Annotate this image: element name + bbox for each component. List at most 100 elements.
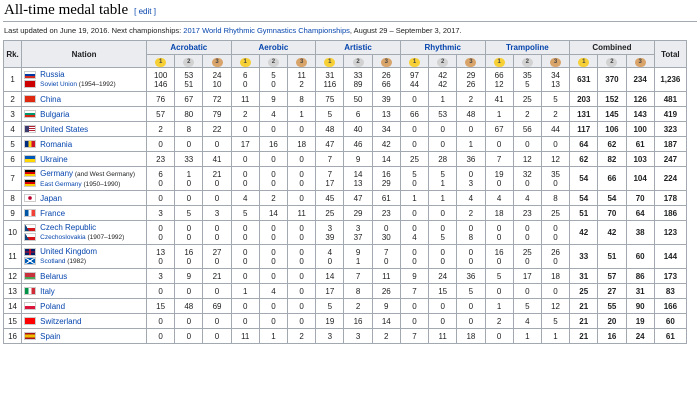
medal-count: 14 [353, 169, 363, 179]
nation-link[interactable]: United Kingdom [40, 247, 97, 256]
medal-count-cell: 0 [456, 313, 486, 329]
nation-cell: Ukraine [21, 151, 148, 167]
combined-count-cell: 70 [597, 205, 627, 221]
medal-gold-header[interactable]: 1 [484, 54, 514, 68]
nation-note: (and West Germany) [73, 170, 136, 178]
medal-silver-header[interactable]: 2 [258, 54, 289, 68]
nation-link[interactable]: United States [40, 125, 88, 134]
rank-cell: 13 [2, 283, 23, 299]
medal-count: 0 [186, 316, 192, 326]
medal-count-cell: 40 [315, 244, 345, 269]
sport-header-trampoline[interactable]: Trampoline [484, 40, 571, 55]
nation-entry: Czech Republic [24, 223, 144, 232]
medal-bronze-header[interactable]: 3 [371, 54, 401, 68]
sport-header-rhythmic[interactable]: Rhythmic [399, 40, 486, 55]
combined-count-cell: 106 [597, 121, 627, 137]
medal-count-cell: 16 0 [174, 244, 204, 269]
medal-count: 21 [212, 169, 222, 179]
medal-count-cell: 66 [399, 106, 430, 122]
nation-link[interactable]: Japan [40, 194, 62, 203]
medal-count: 0 [440, 247, 445, 257]
nation-link[interactable]: Bulgaria [40, 110, 69, 119]
medal-count-cell: 0 [287, 190, 317, 206]
silver-medal-icon: 2 [606, 57, 618, 67]
medal-gold-header[interactable]: 1 [399, 54, 430, 68]
medal-count: 0 [440, 139, 445, 149]
medal-bronze-header[interactable]: 3 [287, 54, 317, 68]
sport-header-acrobatic[interactable]: Acrobatic [146, 40, 232, 55]
nation-link[interactable]: Switzerland [40, 317, 81, 326]
medal-gold-header[interactable]: 1 [230, 54, 260, 68]
medal-count-cell: 4 [258, 106, 289, 122]
nation-link[interactable]: China [40, 95, 61, 104]
medal-count-cell: 3 [146, 205, 176, 221]
medal-count: 29 [381, 178, 391, 188]
medal-count-cell: 45 [315, 190, 345, 206]
edit-link[interactable]: [ edit ] [134, 7, 156, 16]
nation-link[interactable]: Italy [40, 287, 55, 296]
medal-count: 0 [525, 256, 530, 266]
nation-link[interactable]: Scotland [40, 258, 65, 265]
medal-count: 1 [299, 109, 304, 119]
medal-count-cell: 69 [202, 298, 232, 314]
medal-count-cell: 19 [315, 313, 345, 329]
medal-silver-header[interactable]: 2 [597, 54, 627, 68]
nation-cell: France [21, 205, 148, 221]
medal-count: 18 [466, 331, 476, 341]
medal-gold-header[interactable]: 1 [315, 54, 345, 68]
nation-link[interactable]: Soviet Union [40, 81, 77, 88]
nation-link[interactable]: Romania [40, 140, 72, 149]
nation-entry: Ukraine [24, 155, 144, 164]
nation-link[interactable]: Poland [40, 302, 65, 311]
medal-bronze-header[interactable]: 3 [456, 54, 486, 68]
combined-count-cell: 62 [597, 136, 627, 152]
medal-silver-header[interactable]: 2 [343, 54, 373, 68]
medal-count: 0 [525, 232, 530, 242]
nation-link[interactable]: France [40, 209, 65, 218]
nation-link[interactable]: Czech Republic [40, 223, 96, 232]
medal-count: 69 [212, 301, 222, 311]
medal-count-cell: 0 [258, 298, 289, 314]
medal-count: 5 [496, 271, 502, 281]
medal-count-cell: 11 [371, 268, 401, 284]
medal-bronze-header[interactable]: 3 [540, 54, 571, 68]
medal-gold-header[interactable]: 1 [146, 54, 176, 68]
medal-count-cell: 34 13 [540, 67, 571, 92]
next-championships-link[interactable]: 2017 World Rhythmic Gymnastics Champions… [183, 26, 350, 35]
nation-link[interactable]: Ukraine [40, 155, 68, 164]
nation-link[interactable]: Spain [40, 332, 60, 341]
medal-bronze-header[interactable]: 3 [625, 54, 655, 68]
nation-link[interactable]: Czechoslovakia [40, 234, 86, 241]
medal-count: 18 [494, 208, 504, 218]
title-underline [3, 21, 697, 22]
medal-count: 0 [271, 271, 276, 281]
combined-count-cell: 86 [625, 268, 655, 284]
sport-header-aerobic[interactable]: Aerobic [230, 40, 317, 55]
nation-link[interactable]: Russia [40, 70, 64, 79]
flag-belarus-icon [24, 272, 37, 281]
sport-header-artistic[interactable]: Artistic [315, 40, 401, 55]
nation-entry: Russia [24, 70, 144, 79]
medal-count-cell: 00 [428, 244, 458, 269]
combined-count-cell: 62 [569, 151, 599, 167]
nation-link[interactable]: East Germany [40, 181, 82, 188]
table-row: 10 Czech Republic Czechoslovakia (1907–199… [2, 220, 688, 245]
flag-spain-icon [24, 332, 37, 341]
medal-count: 0 [299, 286, 304, 296]
medal-silver-header[interactable]: 2 [428, 54, 458, 68]
medal-silver-header[interactable]: 2 [512, 54, 542, 68]
nation-link[interactable]: Germany [40, 169, 73, 178]
medal-count-cell: 2 [343, 298, 373, 314]
medal-silver-header[interactable]: 2 [174, 54, 204, 68]
combined-count-cell: 60 [625, 244, 655, 269]
medal-count-cell: 0 [202, 328, 232, 344]
medal-count-cell: 5 [512, 298, 542, 314]
nation-link[interactable]: Belarus [40, 272, 67, 281]
medal-count-cell: 00 [230, 220, 260, 245]
combined-count-cell: 64 [625, 205, 655, 221]
gold-medal-icon: 1 [155, 57, 167, 67]
medal-count: 0 [186, 178, 192, 188]
medal-count: 5 [553, 94, 558, 104]
medal-gold-header[interactable]: 1 [569, 54, 599, 68]
medal-bronze-header[interactable]: 3 [202, 54, 232, 68]
